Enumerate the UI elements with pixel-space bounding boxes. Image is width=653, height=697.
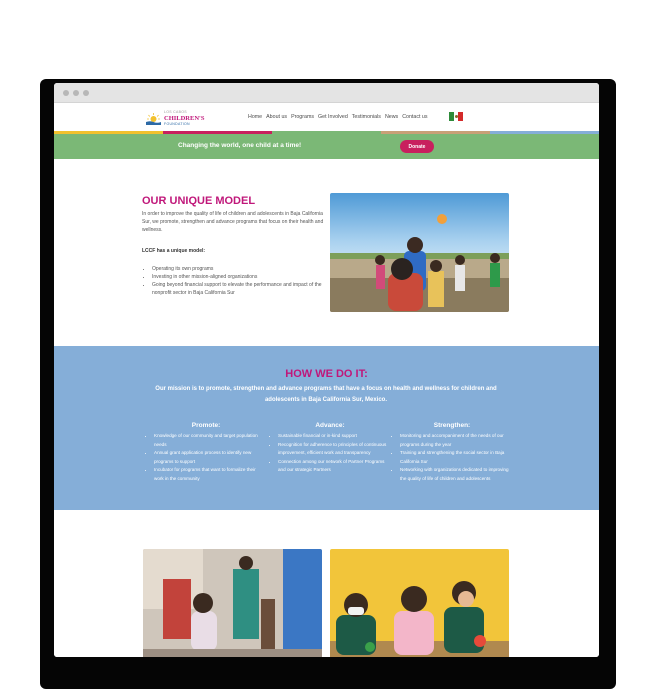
unique-model-section: OUR UNIQUE MODEL In order to improve the… [54,159,599,346]
donate-button[interactable]: Donate [400,140,434,153]
tagline-banner: Changing the world, one child at a time!… [54,134,599,159]
list-item: Investing in other mission-aligned organ… [152,273,338,281]
list-item: Going beyond financial support to elevat… [152,281,338,297]
nav-home[interactable]: Home [248,114,262,120]
strengthen-column: Strengthen: Monitoring and accompaniment… [392,422,512,483]
nav-news[interactable]: News [385,114,398,120]
how-we-do-it-title: HOW WE DO IT: [285,368,368,380]
tagline-text: Changing the world, one child at a time! [178,142,302,149]
promote-column: Promote: Knowledge of our community and … [146,422,266,483]
list-item: Incubator for programs that want to form… [154,466,266,483]
window-dot-icon[interactable] [83,90,89,96]
strengthen-title: Strengthen: [433,422,471,429]
list-item: Training and strengthening the social se… [400,449,512,466]
main-nav: Home About us Programs Get Involved Test… [248,114,428,120]
browser-window: LOS CABOS CHILDREN'S FOUNDATION Home Abo… [54,83,599,657]
unique-model-lead: LCCF has a unique model: [142,248,206,254]
how-we-do-it-section: HOW WE DO IT: Our mission is to promote,… [54,346,599,510]
window-dot-icon[interactable] [63,90,69,96]
unique-model-intro: In order to improve the quality of life … [142,211,324,233]
sun-logo-icon [146,112,161,125]
list-item: Recognition for adherence to principles … [278,441,390,458]
mexico-flag-icon[interactable] [449,112,464,121]
list-item: Knowledge of our community and target po… [154,432,266,449]
photo-gallery-section [54,510,599,657]
advance-title: Advance: [315,422,345,429]
promote-title: Promote: [191,422,221,429]
window-dot-icon[interactable] [73,90,79,96]
children-playing-photo [330,193,509,312]
list-item: Connection among our network of Partner … [278,458,390,475]
unique-model-list: Operating its own programs Investing in … [144,265,338,297]
list-item: Monitoring and accompaniment of the need… [400,432,512,449]
nav-get-involved[interactable]: Get Involved [318,114,348,120]
nav-about-us[interactable]: About us [266,114,287,120]
nav-testimonials[interactable]: Testimonials [352,114,381,120]
how-we-do-it-intro: Our mission is to promote, strengthen an… [155,386,497,403]
child-walking-photo [143,549,322,657]
advance-column: Advance: Sustainable financial or in-kin… [270,422,390,475]
children-crafting-photo [330,549,509,657]
logo-sub-text: FOUNDATION [164,121,190,126]
site-logo[interactable]: LOS CABOS CHILDREN'S FOUNDATION [146,109,204,127]
list-item: Sustainable financial or in-kind support [278,432,390,441]
browser-chrome [54,83,599,103]
list-item: Networking with organizations dedicated … [400,466,512,483]
site-header: LOS CABOS CHILDREN'S FOUNDATION Home Abo… [54,103,599,131]
list-item: Annual grant application process to iden… [154,449,266,466]
nav-programs[interactable]: Programs [291,114,314,120]
logo-main-text: CHILDREN'S [164,114,205,122]
unique-model-title: OUR UNIQUE MODEL [142,195,256,207]
list-item: Operating its own programs [152,265,338,273]
nav-contact-us[interactable]: Contact us [402,114,427,120]
